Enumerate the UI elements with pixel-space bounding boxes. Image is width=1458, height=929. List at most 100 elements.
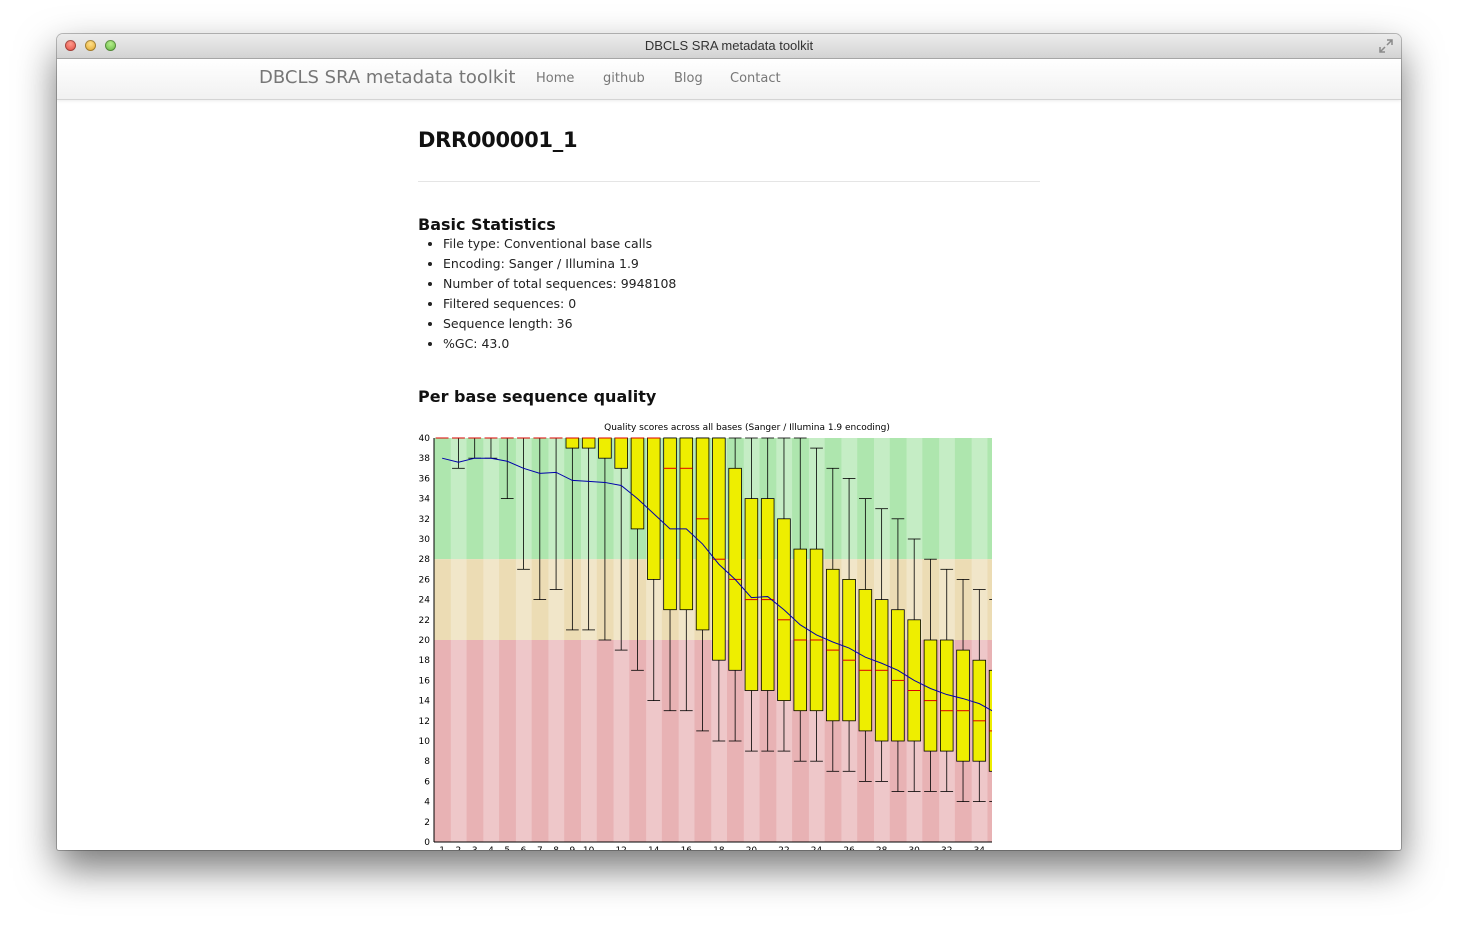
y-tick-label: 20	[419, 636, 431, 646]
quality-zone-band	[938, 438, 956, 560]
y-tick-label: 38	[419, 454, 431, 464]
quality-box	[891, 609, 905, 742]
quality-zone-band	[922, 438, 940, 560]
x-tick-label: 26	[843, 846, 855, 850]
quality-box	[956, 649, 970, 762]
quality-zone-band	[515, 559, 533, 640]
nav-link-contact[interactable]: Contact	[730, 71, 781, 86]
quality-box	[614, 437, 628, 469]
basic-statistics-heading: Basic Statistics	[418, 215, 556, 234]
y-tick-label: 10	[419, 737, 431, 747]
y-tick-label: 6	[424, 777, 430, 787]
quality-box	[858, 589, 873, 732]
quality-box	[598, 437, 612, 459]
y-tick-label: 14	[419, 697, 431, 707]
quality-zone-band	[596, 640, 614, 842]
quality-zone-band	[434, 438, 451, 560]
y-tick-label: 36	[419, 474, 431, 484]
stat-gc: %GC: 43.0	[443, 334, 676, 354]
quality-zone-band	[499, 559, 516, 640]
quality-box	[988, 669, 992, 772]
x-tick-label: 9	[569, 846, 575, 850]
x-tick-label: 28	[876, 846, 888, 850]
y-tick-label: 18	[419, 656, 431, 666]
x-tick-label: 2	[456, 846, 462, 850]
x-tick-label: 7	[537, 846, 543, 850]
quality-box	[728, 467, 742, 671]
y-tick-label: 2	[424, 818, 430, 828]
stat-encoding: Encoding: Sanger / Illumina 1.9	[443, 254, 676, 274]
stat-file-type: File type: Conventional base calls	[443, 234, 676, 254]
window-title: DBCLS SRA metadata toolkit	[644, 38, 814, 53]
quality-box	[809, 548, 824, 712]
x-tick-label: 20	[746, 846, 758, 850]
x-tick-label: 24	[811, 846, 823, 850]
quality-zone-band	[466, 559, 484, 640]
x-tick-label: 32	[941, 846, 952, 850]
x-tick-label: 8	[553, 846, 559, 850]
stat-filtered-sequences: Filtered sequences: 0	[443, 294, 676, 314]
quality-zone-band	[466, 640, 484, 842]
navbar-brand[interactable]: DBCLS SRA metadata toolkit	[259, 67, 515, 88]
quality-zone-band	[499, 640, 516, 842]
title-divider	[418, 181, 1040, 182]
quality-box	[712, 437, 726, 661]
fullscreen-icon[interactable]	[1379, 39, 1393, 53]
x-tick-label: 30	[908, 846, 920, 850]
y-tick-label: 22	[419, 616, 430, 626]
y-tick-label: 26	[419, 575, 431, 585]
top-navbar: DBCLS SRA metadata toolkit Home github B…	[57, 59, 1401, 100]
quality-box	[972, 659, 987, 762]
stat-sequence-length: Sequence length: 36	[443, 314, 676, 334]
quality-box	[663, 437, 677, 611]
chart-title: Quality scores across all bases (Sanger …	[604, 423, 890, 433]
nav-link-blog[interactable]: Blog	[674, 71, 703, 86]
x-tick-label: 10	[583, 846, 595, 850]
x-tick-label: 34	[974, 846, 986, 850]
window-titlebar: DBCLS SRA metadata toolkit	[57, 34, 1401, 59]
quality-zone-band	[547, 640, 565, 842]
basic-statistics-list: File type: Conventional base calls Encod…	[418, 234, 676, 354]
x-tick-label: 22	[778, 846, 789, 850]
quality-box	[744, 498, 759, 691]
quality-box	[826, 568, 840, 722]
quality-zone-band	[515, 640, 533, 842]
x-tick-label: 16	[681, 846, 693, 850]
nav-link-home[interactable]: Home	[536, 71, 574, 86]
quality-box	[793, 548, 807, 712]
x-tick-label: 5	[504, 846, 510, 850]
quality-zone-band	[580, 640, 598, 842]
y-tick-label: 28	[419, 555, 431, 565]
quality-zone-band	[482, 640, 500, 842]
quality-zone-band	[531, 640, 549, 842]
quality-zone-band	[482, 559, 500, 640]
quality-zone-band	[971, 438, 988, 560]
nav-link-github[interactable]: github	[603, 71, 645, 86]
quality-box	[647, 437, 661, 580]
y-tick-label: 24	[419, 596, 431, 606]
quality-zone-band	[434, 559, 451, 640]
stat-total-sequences: Number of total sequences: 9948108	[443, 274, 676, 294]
x-tick-label: 18	[713, 846, 725, 850]
x-tick-label: 14	[648, 846, 660, 850]
y-tick-label: 34	[419, 495, 431, 505]
quality-zone-band	[564, 640, 581, 842]
y-tick-label: 40	[419, 434, 431, 444]
x-tick-label: 6	[521, 846, 527, 850]
y-tick-label: 8	[424, 757, 430, 767]
y-tick-label: 4	[424, 798, 430, 808]
x-tick-label: 1	[439, 846, 445, 850]
quality-box	[581, 437, 596, 449]
quality-box	[760, 498, 775, 691]
fullscreen-arrows-icon	[1379, 39, 1393, 53]
y-tick-label: 32	[419, 515, 430, 525]
y-tick-label: 30	[419, 535, 431, 545]
quality-box	[630, 437, 645, 530]
quality-zone-band	[987, 438, 992, 560]
y-tick-label: 0	[424, 838, 430, 848]
x-tick-label: 12	[615, 846, 626, 850]
y-tick-label: 16	[419, 676, 431, 686]
quality-box	[679, 437, 694, 611]
quality-zone-band	[954, 438, 972, 560]
quality-boxplot-chart: 0246810121416182022242628303234363840123…	[419, 423, 992, 850]
